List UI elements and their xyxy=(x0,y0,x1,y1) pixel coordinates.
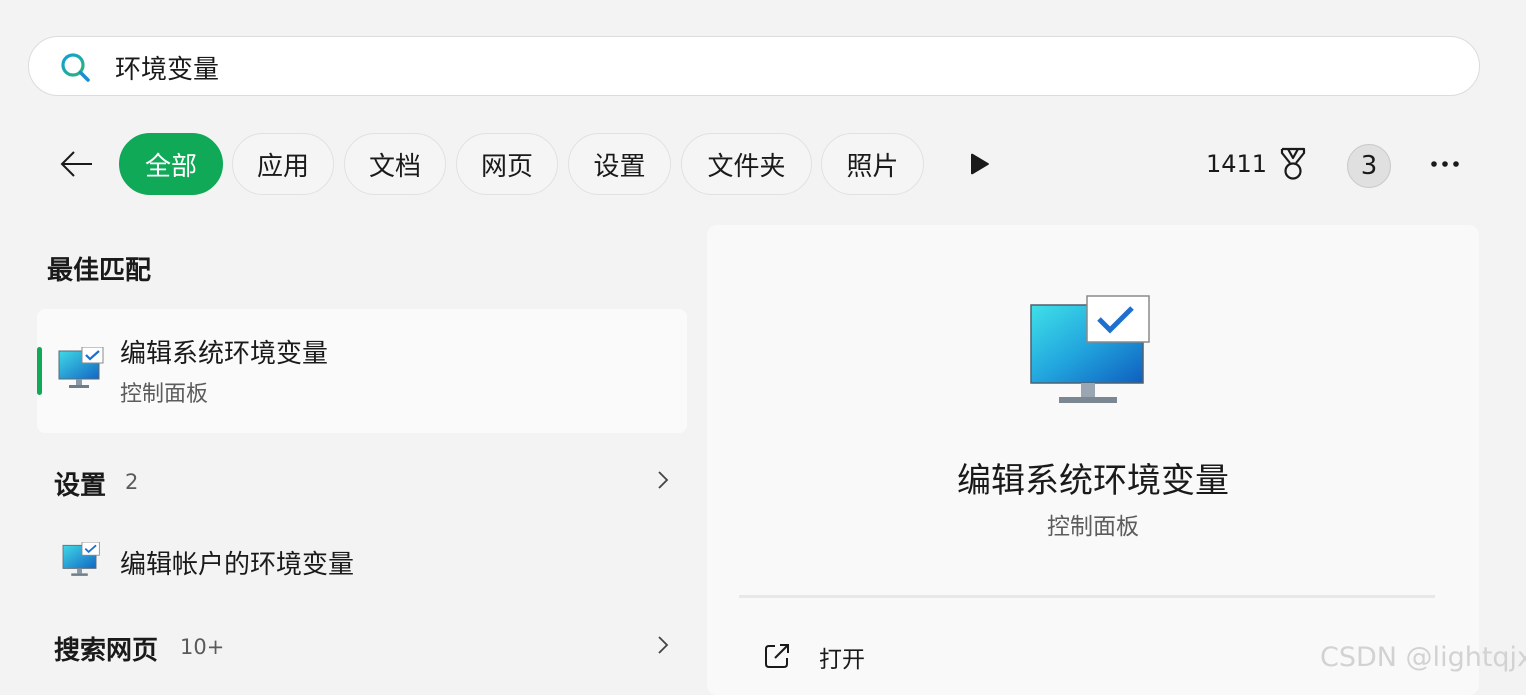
watermark: CSDN @lightqjx xyxy=(1320,642,1526,673)
back-arrow-icon[interactable] xyxy=(56,144,96,184)
best-match-item[interactable]: 编辑系统环境变量 控制面板 xyxy=(37,309,687,433)
chevron-right-icon[interactable] xyxy=(655,633,671,657)
filter-documents[interactable]: 文档 xyxy=(344,133,446,195)
detail-panel: 编辑系统环境变量 控制面板 打开 xyxy=(707,225,1479,695)
settings-count: 2 xyxy=(125,470,139,494)
medal-icon[interactable] xyxy=(1276,146,1310,182)
settings-item-title: 编辑帐户的环境变量 xyxy=(120,550,355,580)
filter-folders[interactable]: 文件夹 xyxy=(681,133,812,195)
search-bar[interactable] xyxy=(28,36,1480,96)
settings-heading[interactable]: 设置 xyxy=(54,465,106,502)
open-button[interactable]: 打开 xyxy=(819,640,865,674)
filter-web[interactable]: 网页 xyxy=(456,133,558,195)
rewards-points: 1411 xyxy=(1206,150,1268,178)
best-match-title: 编辑系统环境变量 xyxy=(120,339,329,369)
filter-photos[interactable]: 照片 xyxy=(821,133,924,195)
search-icon xyxy=(61,53,90,82)
play-icon[interactable] xyxy=(966,150,994,178)
badge-count: 3 xyxy=(1360,151,1378,181)
filter-apps[interactable]: 应用 xyxy=(232,133,334,195)
filter-settings[interactable]: 设置 xyxy=(568,133,671,195)
profile-badge[interactable]: 3 xyxy=(1347,144,1391,188)
best-match-subtitle: 控制面板 xyxy=(120,382,209,407)
monitor-check-icon xyxy=(62,542,100,576)
open-external-icon[interactable] xyxy=(763,642,791,670)
chevron-right-icon[interactable] xyxy=(655,468,671,492)
web-search-count: 10+ xyxy=(180,635,225,659)
selection-indicator xyxy=(37,347,42,395)
more-icon[interactable] xyxy=(1426,150,1466,178)
best-match-heading: 最佳匹配 xyxy=(47,256,152,286)
search-input[interactable] xyxy=(115,47,1415,87)
web-search-heading[interactable]: 搜索网页 xyxy=(54,630,158,667)
detail-title: 编辑系统环境变量 xyxy=(957,461,1229,501)
detail-subtitle: 控制面板 xyxy=(1047,514,1139,540)
monitor-check-icon xyxy=(58,347,104,388)
filter-all[interactable]: 全部 xyxy=(119,133,223,195)
divider xyxy=(739,595,1435,598)
monitor-check-icon xyxy=(1030,295,1150,403)
list-item[interactable]: 编辑帐户的环境变量 xyxy=(37,530,687,592)
